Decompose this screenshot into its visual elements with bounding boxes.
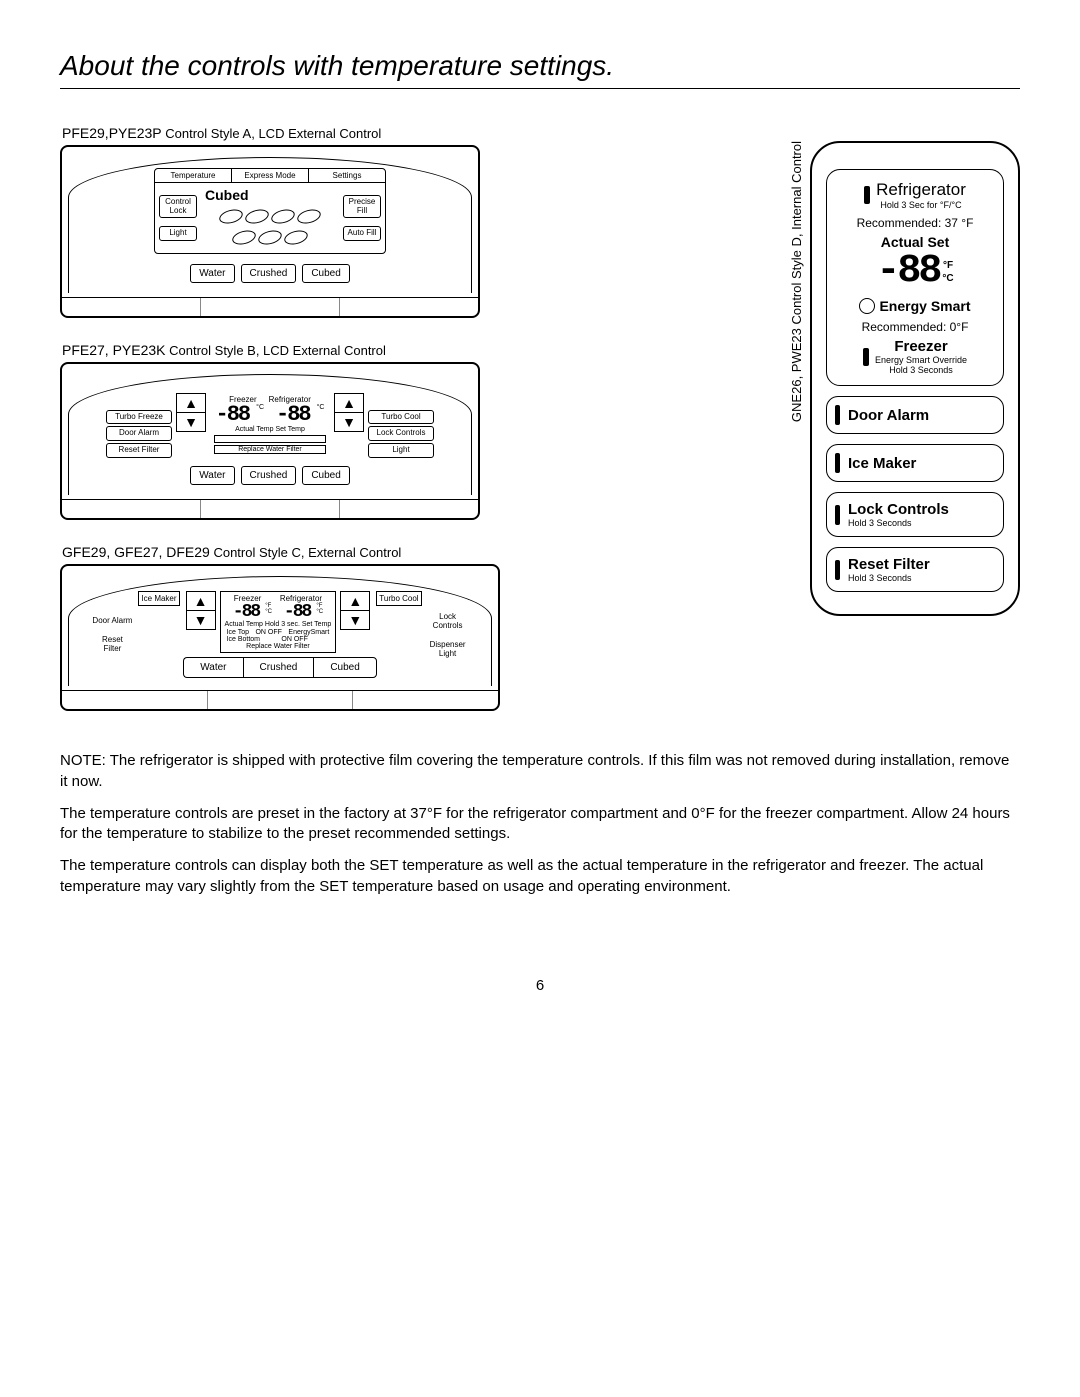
freezer-up-button[interactable]: ▲ [176, 393, 206, 412]
precise-fill-button[interactable]: Precise Fill [343, 195, 381, 219]
style-c-model: GFE29, GFE27, DFE29 [62, 544, 210, 560]
crushed-button[interactable]: Crushed [243, 657, 314, 678]
turbo-cool-button[interactable]: Turbo Cool [376, 591, 421, 606]
fridge-down-button[interactable]: ▼ [340, 610, 370, 630]
recycle-icon [859, 298, 875, 314]
title-rule [60, 88, 1020, 89]
indicator-icon [835, 405, 840, 425]
style-d-caption: GNE26, PWE23 Control Style D, Internal C… [789, 141, 804, 422]
water-button[interactable]: Water [190, 264, 234, 283]
reset-filter-button[interactable]: Reset Filter [106, 443, 172, 458]
lock-controls-label[interactable]: Lock Controls [428, 612, 468, 630]
style-d-panel: Refrigerator Hold 3 Sec for °F/°C Recomm… [810, 141, 1020, 616]
ice-maker-button[interactable]: Ice Maker [826, 444, 1004, 482]
freezer-indicator-icon [863, 348, 869, 366]
cubed-button[interactable]: Cubed [313, 657, 376, 678]
freezer-title: Freezer [875, 338, 967, 355]
tab-express-mode[interactable]: Express Mode [232, 169, 309, 182]
hold-fc-label: Hold 3 Sec for °F/°C [876, 200, 966, 210]
indicator-icon [835, 505, 840, 525]
reset-filter-label[interactable]: Reset Filter [92, 635, 132, 653]
freezer-down-button[interactable]: ▼ [186, 610, 216, 630]
turbo-cool-button[interactable]: Turbo Cool [368, 410, 434, 425]
style-b-panel: Turbo Freeze Door Alarm Reset Filter ▲ ▼… [60, 362, 480, 520]
hold3-label: Hold 3 Seconds [875, 365, 967, 375]
door-alarm-label[interactable]: Door Alarm [92, 616, 132, 625]
indicator-icon [835, 453, 840, 473]
page-number: 6 [60, 977, 1020, 994]
indicator-icon [835, 560, 840, 580]
tab-settings[interactable]: Settings [309, 169, 385, 182]
style-d-display: Refrigerator Hold 3 Sec for °F/°C Recomm… [826, 169, 1004, 386]
temp-display: FreezerRefrigerator -88°C -88°C Actual T… [210, 393, 330, 458]
fridge-up-button[interactable]: ▲ [334, 393, 364, 412]
cubed-button[interactable]: Cubed [302, 264, 349, 283]
water-button[interactable]: Water [183, 657, 242, 678]
freezer-up-button[interactable]: ▲ [186, 591, 216, 610]
actual-set-label: Actual Temp Set Temp [235, 426, 305, 433]
turbo-freeze-button[interactable]: Turbo Freeze [106, 410, 172, 425]
ice-maker-button[interactable]: Ice Maker [138, 591, 179, 606]
style-c-footer [62, 690, 498, 709]
rec-freezer-label: Recommended: 0°F [835, 320, 995, 334]
energy-smart-label: Energy Smart [879, 298, 970, 314]
lock-controls-button[interactable]: Lock ControlsHold 3 Seconds [826, 492, 1004, 537]
fridge-up-button[interactable]: ▲ [340, 591, 370, 610]
override-label: Energy Smart Override [875, 355, 967, 365]
note-text: NOTE: The refrigerator is shipped with p… [60, 751, 1020, 792]
fridge-down-button[interactable]: ▼ [334, 412, 364, 432]
style-b-desc: Control Style B, LCD External Control [166, 343, 386, 358]
replace-filter-label: Replace Water Filter [214, 445, 326, 454]
style-b-caption: PFE27, PYE23K Control Style B, LCD Exter… [62, 342, 761, 358]
crushed-button[interactable]: Crushed [241, 466, 297, 485]
ice-graphic [205, 205, 335, 249]
style-a-footer [62, 297, 478, 316]
progress-bar [214, 435, 326, 443]
style-c-desc: Control Style C, External Control [210, 545, 401, 560]
style-a-lcd: Temperature Express Mode Settings Contro… [154, 168, 386, 254]
style-a-model: PFE29,PYE23P [62, 125, 162, 141]
preset-text: The temperature controls are preset in t… [60, 804, 1020, 845]
door-alarm-button[interactable]: Door Alarm [106, 426, 172, 441]
dispenser-light-label[interactable]: Dispenser Light [428, 640, 468, 658]
display-text: The temperature controls can display bot… [60, 856, 1020, 897]
mode-label: Cubed [205, 187, 335, 203]
light-button[interactable]: Light [368, 443, 434, 458]
control-lock-button[interactable]: Control Lock [159, 195, 197, 219]
fridge-title: Refrigerator [876, 180, 966, 200]
lock-controls-button[interactable]: Lock Controls [368, 426, 434, 441]
style-a-caption: PFE29,PYE23P Control Style A, LCD Extern… [62, 125, 761, 141]
style-a-panel: Temperature Express Mode Settings Contro… [60, 145, 480, 318]
fridge-seg: -88 [276, 404, 310, 426]
page-title: About the controls with temperature sett… [60, 50, 1020, 82]
style-b-footer [62, 499, 478, 518]
freezer-down-button[interactable]: ▼ [176, 412, 206, 432]
crushed-button[interactable]: Crushed [241, 264, 297, 283]
fridge-indicator-icon [864, 186, 870, 204]
auto-fill-button[interactable]: Auto Fill [343, 226, 381, 241]
style-c-display: FreezerRefrigerator -88 °F°C -88 °F°C Ac… [220, 591, 337, 653]
water-button[interactable]: Water [190, 466, 234, 485]
freezer-seg: -88 [216, 404, 250, 426]
style-b-model: PFE27, PYE23K [62, 342, 166, 358]
style-c-caption: GFE29, GFE27, DFE29 Control Style C, Ext… [62, 544, 761, 560]
light-button[interactable]: Light [159, 226, 197, 241]
style-a-desc: Control Style A, LCD External Control [162, 126, 382, 141]
reset-filter-button[interactable]: Reset FilterHold 3 Seconds [826, 547, 1004, 592]
temp-seg-display: -88 [876, 252, 939, 292]
rec-fridge-label: Recommended: 37 °F [835, 216, 995, 230]
actual-set-label: Actual Set [835, 234, 995, 250]
tab-temperature[interactable]: Temperature [155, 169, 232, 182]
door-alarm-button[interactable]: Door Alarm [826, 396, 1004, 434]
cubed-button[interactable]: Cubed [302, 466, 349, 485]
style-c-panel: Door Alarm Reset Filter Ice Maker ▲ ▼ [60, 564, 500, 711]
